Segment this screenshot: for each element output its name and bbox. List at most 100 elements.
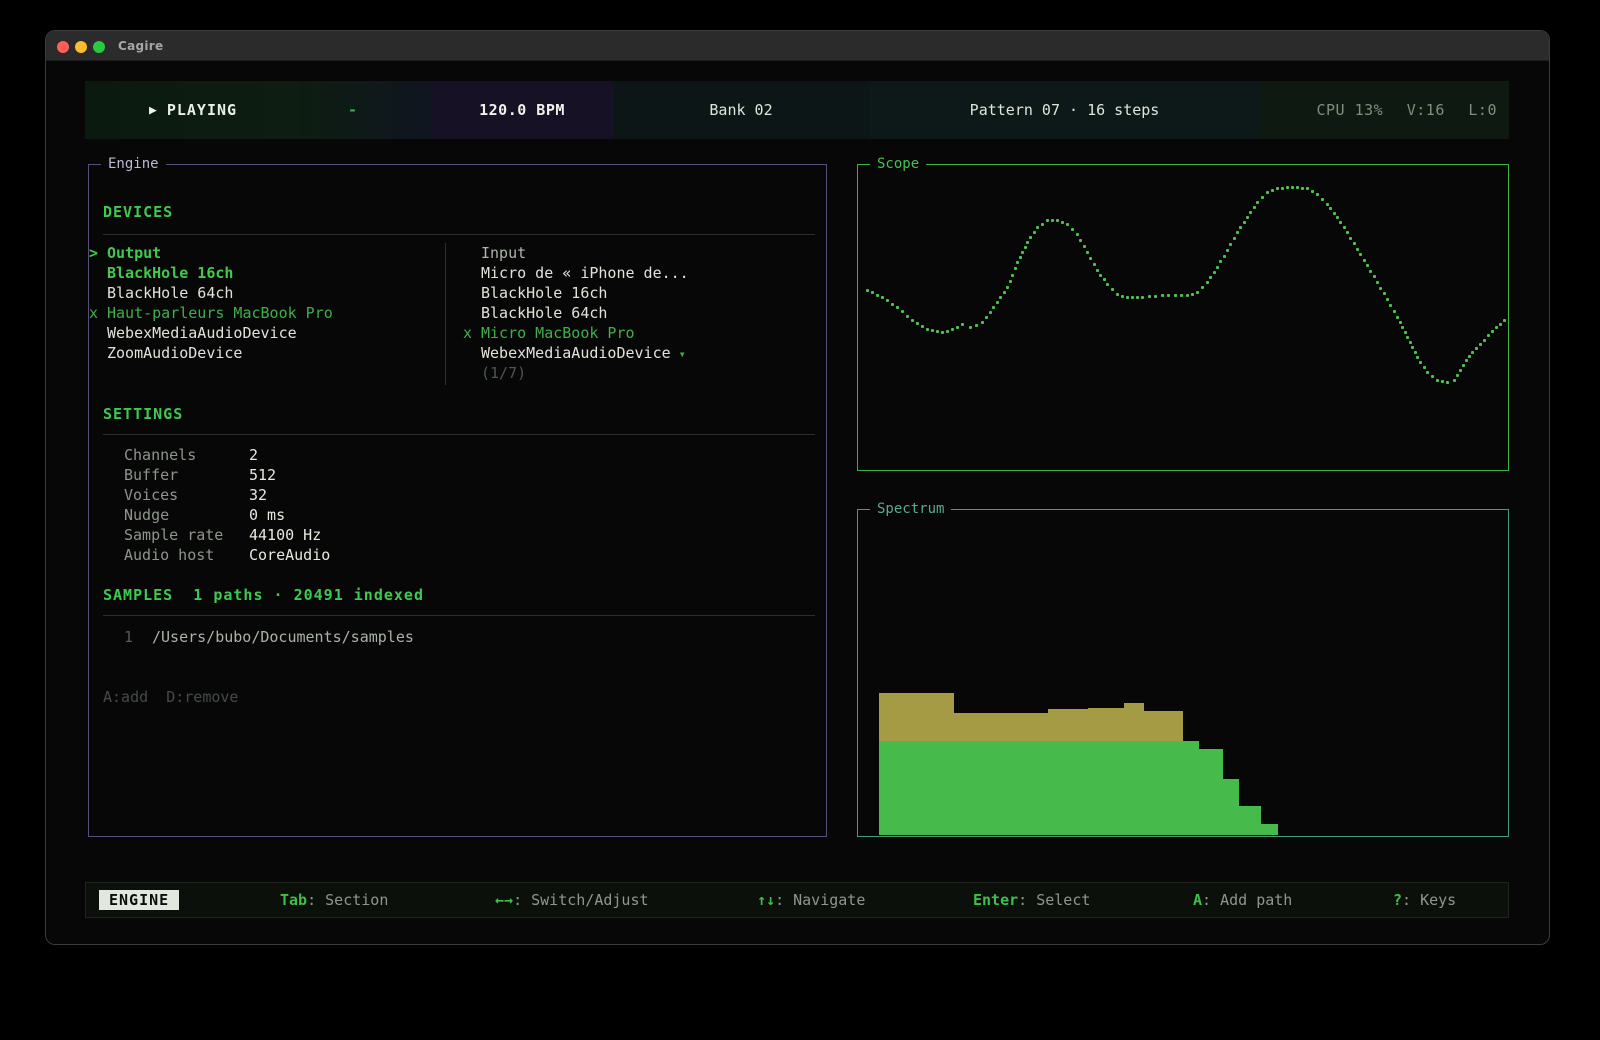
scope-sample-dot bbox=[1223, 255, 1226, 258]
scope-sample-dot bbox=[1416, 356, 1419, 359]
scope-sample-dot bbox=[1229, 243, 1232, 246]
scope-sample-dot bbox=[866, 289, 869, 292]
active-device-marker: x bbox=[89, 303, 107, 323]
bank-segment[interactable]: Bank 02 bbox=[613, 81, 869, 139]
scope-sample-dot bbox=[1306, 187, 1309, 190]
cpu-usage: CPU 13% bbox=[1317, 101, 1384, 119]
scope-sample-dot bbox=[951, 328, 954, 331]
scope-sample-dot bbox=[916, 322, 919, 325]
shortcut-hint: ?: Keys bbox=[1393, 891, 1456, 909]
device-item[interactable]: BlackHole 16ch bbox=[89, 263, 429, 283]
scope-sample-dot bbox=[1024, 246, 1027, 249]
device-item[interactable]: WebexMediaAudioDevice bbox=[89, 323, 429, 343]
latency-value: L:0 bbox=[1468, 101, 1497, 119]
device-item[interactable]: WebexMediaAudioDevice▾ bbox=[463, 343, 803, 363]
scope-sample-dot bbox=[941, 331, 944, 334]
scope-sample-dot bbox=[1271, 189, 1274, 192]
engine-panel-title: Engine bbox=[101, 156, 166, 172]
device-item[interactable]: xMicro MacBook Pro bbox=[463, 323, 803, 343]
scope-sample-dot bbox=[1236, 231, 1239, 234]
setting-value[interactable]: 44100 Hz bbox=[249, 525, 321, 545]
spectrum-peak-segment bbox=[879, 693, 954, 741]
dropdown-arrow-icon: ▾ bbox=[679, 347, 686, 361]
scope-sample-dot bbox=[1423, 366, 1426, 369]
device-item[interactable]: Micro de « iPhone de... bbox=[463, 263, 803, 283]
spectrum-panel: Spectrum bbox=[857, 509, 1509, 837]
setting-value[interactable]: CoreAudio bbox=[249, 545, 330, 565]
transport-status-segment[interactable]: ▶ PLAYING - bbox=[85, 81, 431, 139]
shortcut-key: ←→ bbox=[495, 891, 513, 909]
scope-sample-dot bbox=[1111, 288, 1114, 291]
scope-sample-dot bbox=[1491, 330, 1494, 333]
scope-sample-dot bbox=[906, 315, 909, 318]
bpm-value: 120.0 BPM bbox=[479, 101, 565, 119]
minimize-window-button[interactable] bbox=[75, 41, 87, 53]
scope-sample-dot bbox=[1441, 380, 1444, 383]
divider bbox=[103, 434, 815, 435]
scope-sample-dot bbox=[1356, 248, 1359, 251]
scope-sample-dot bbox=[1353, 242, 1356, 245]
device-label: BlackHole 16ch bbox=[481, 284, 607, 302]
divider bbox=[445, 243, 446, 385]
scope-sample-dot bbox=[926, 328, 929, 331]
spectrum-level-segment bbox=[1124, 741, 1144, 835]
scope-sample-dot bbox=[975, 324, 978, 327]
scope-sample-dot bbox=[961, 323, 964, 326]
divider bbox=[103, 234, 815, 235]
samples-heading: SAMPLES 1 paths · 20491 indexed bbox=[103, 586, 424, 604]
device-item[interactable]: BlackHole 64ch bbox=[89, 283, 429, 303]
scope-sample-dot bbox=[1006, 286, 1009, 289]
spectrum-peak-segment bbox=[1048, 709, 1088, 741]
scope-sample-dot bbox=[1243, 221, 1246, 224]
bpm-segment[interactable]: 120.0 BPM bbox=[431, 81, 613, 139]
output-device-list: >OutputBlackHole 16chBlackHole 64chxHaut… bbox=[89, 243, 429, 363]
active-device-marker: x bbox=[463, 323, 481, 343]
scope-sample-dot bbox=[1499, 323, 1502, 326]
zoom-window-button[interactable] bbox=[93, 41, 105, 53]
scope-sample-dot bbox=[1343, 226, 1346, 229]
scope-sample-dot bbox=[1174, 294, 1177, 297]
scope-sample-dot bbox=[1093, 263, 1096, 266]
scope-sample-dot bbox=[1399, 321, 1402, 324]
device-item[interactable]: xHaut-parleurs MacBook Pro bbox=[89, 303, 429, 323]
mode-badge[interactable]: ENGINE bbox=[99, 890, 179, 910]
scope-sample-dot bbox=[1359, 253, 1362, 256]
setting-value[interactable]: 32 bbox=[249, 485, 267, 505]
spectrum-level-segment bbox=[1261, 824, 1278, 835]
setting-value[interactable]: 512 bbox=[249, 465, 276, 485]
scope-sample-dot bbox=[981, 321, 984, 324]
shortcut-key: Enter bbox=[973, 891, 1018, 909]
beat-pulse-indicator: - bbox=[348, 101, 357, 119]
setting-value[interactable]: 2 bbox=[249, 445, 258, 465]
scope-sample-dot bbox=[1103, 278, 1106, 281]
scope-sample-dot bbox=[1180, 294, 1183, 297]
spectrum-peak-segment bbox=[1144, 711, 1183, 741]
scope-sample-dot bbox=[1019, 256, 1022, 259]
scope-sample-dot bbox=[1216, 266, 1219, 269]
scope-sample-dot bbox=[1462, 364, 1465, 367]
scope-panel: Scope bbox=[857, 164, 1509, 471]
shortcut-hint: ↑↓: Navigate bbox=[757, 891, 865, 909]
device-item[interactable]: BlackHole 64ch bbox=[463, 303, 803, 323]
scope-sample-dot bbox=[1336, 216, 1339, 219]
scope-sample-dot bbox=[901, 310, 904, 313]
device-item[interactable]: ZoomAudioDevice bbox=[89, 343, 429, 363]
scope-sample-dot bbox=[996, 301, 999, 304]
scope-waveform bbox=[858, 165, 1508, 470]
scope-sample-dot bbox=[1206, 281, 1209, 284]
scope-sample-dot bbox=[1373, 275, 1376, 278]
scope-sample-dot bbox=[1016, 261, 1019, 264]
scope-sample-dot bbox=[911, 319, 914, 322]
spectrum-level-segment bbox=[1223, 779, 1239, 835]
pattern-segment[interactable]: Pattern 07 · 16 steps bbox=[869, 81, 1260, 139]
scope-sample-dot bbox=[1401, 326, 1404, 329]
device-item[interactable]: BlackHole 16ch bbox=[463, 283, 803, 303]
spectrum-peak-segment bbox=[1088, 708, 1124, 741]
settings-heading: SETTINGS bbox=[103, 405, 183, 423]
scope-sample-dot bbox=[1209, 276, 1212, 279]
scope-sample-dot bbox=[946, 330, 949, 333]
close-window-button[interactable] bbox=[57, 41, 69, 53]
setting-value[interactable]: 0 ms bbox=[249, 505, 285, 525]
scope-sample-dot bbox=[1363, 259, 1366, 262]
scope-sample-dot bbox=[871, 291, 874, 294]
